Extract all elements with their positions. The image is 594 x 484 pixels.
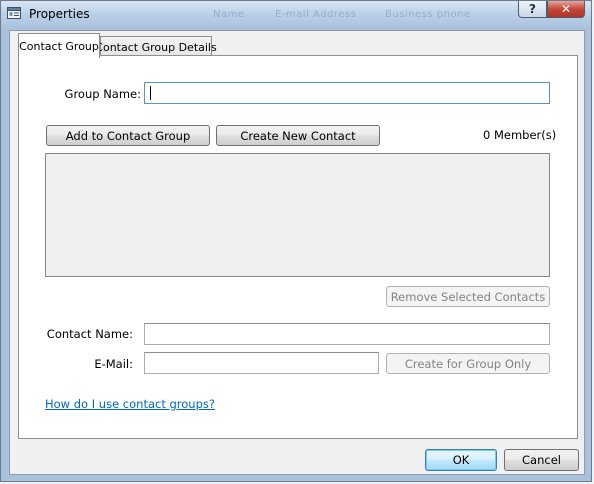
tab-label: Contact Group — [19, 39, 99, 53]
help-icon: ? — [529, 2, 536, 16]
background-title-ghost: Business phone — [385, 9, 471, 20]
email-input[interactable] — [144, 352, 379, 374]
contacts-properties-icon — [7, 7, 21, 19]
contact-group-panel: Group Name: Add to Contact Group Create … — [18, 55, 578, 439]
dialog-client-area: Contact Group Contact Group Details Grou… — [9, 30, 585, 475]
close-button[interactable]: ✕ — [547, 1, 585, 18]
background-title-ghost: E-mail Address — [275, 9, 357, 20]
help-button[interactable]: ? — [518, 1, 547, 18]
title-bar[interactable]: Name E-mail Address Business phone Prope… — [1, 1, 591, 29]
contact-name-label: Contact Name: — [46, 327, 133, 341]
group-name-label: Group Name: — [64, 87, 141, 101]
text-caret — [150, 86, 151, 100]
contact-groups-help-link[interactable]: How do I use contact groups? — [45, 397, 215, 411]
cancel-button[interactable]: Cancel — [504, 449, 579, 471]
create-new-contact-button[interactable]: Create New Contact — [216, 125, 380, 146]
remove-selected-contacts-button[interactable]: Remove Selected Contacts — [386, 286, 550, 307]
close-icon: ✕ — [560, 2, 572, 16]
email-label: E-Mail: — [94, 357, 133, 371]
contact-name-input[interactable] — [144, 323, 550, 345]
ok-button[interactable]: OK — [425, 449, 497, 471]
window-title: Properties — [29, 7, 90, 21]
tab-contact-group[interactable]: Contact Group — [18, 33, 100, 58]
group-name-input[interactable] — [144, 82, 550, 104]
properties-dialog: Name E-mail Address Business phone Prope… — [0, 0, 592, 482]
member-count: 0 Member(s) — [483, 128, 557, 142]
tab-label: Contact Group Details — [95, 41, 217, 54]
members-list[interactable] — [45, 153, 550, 277]
add-to-contact-group-button[interactable]: Add to Contact Group — [46, 125, 210, 146]
create-for-group-only-button[interactable]: Create for Group Only — [386, 353, 550, 374]
background-title-ghost: Name — [213, 9, 245, 20]
